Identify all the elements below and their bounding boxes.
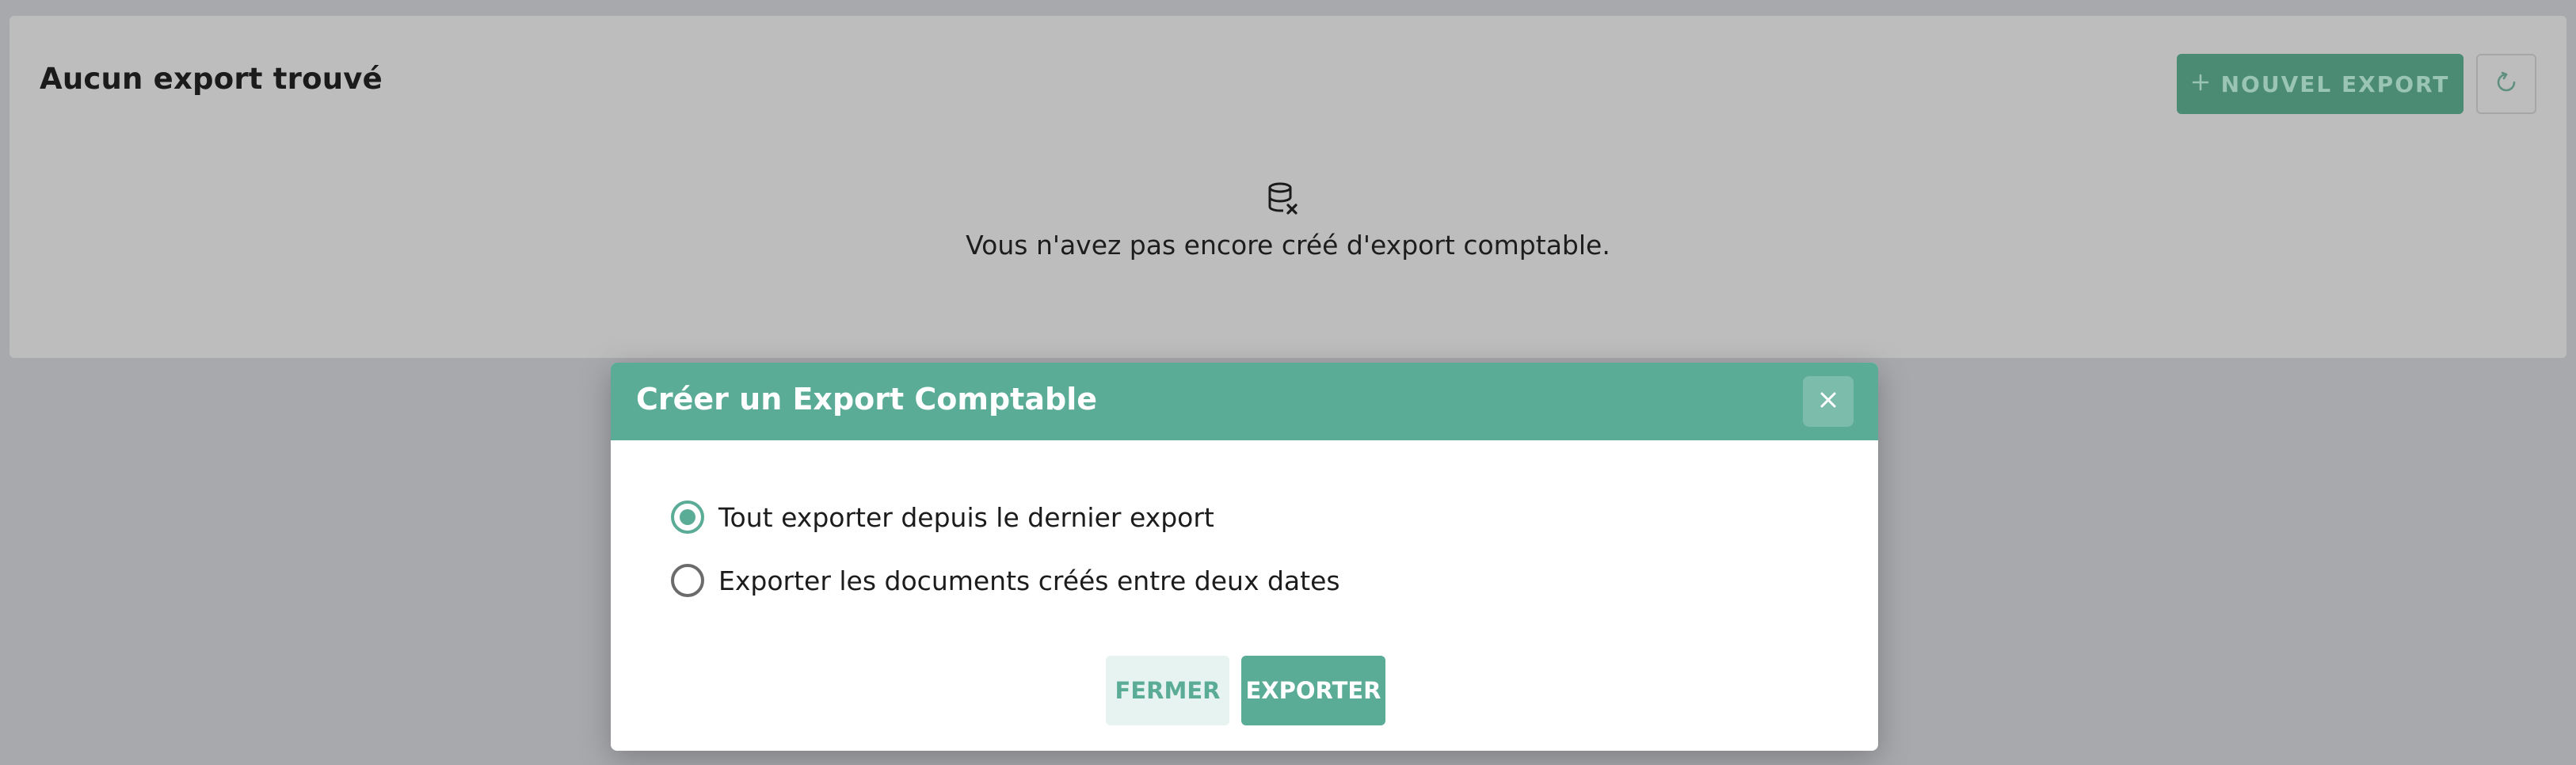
empty-state-message: Vous n'avez pas encore créé d'export com…: [966, 230, 1610, 261]
option-since-last-export[interactable]: Tout exporter depuis le dernier export: [671, 500, 1214, 534]
page: Aucun export trouvé NOUVEL EXPORT Vous n…: [0, 0, 2576, 765]
option-between-dates[interactable]: Exporter les documents créés entre deux …: [671, 564, 1340, 597]
refresh-button[interactable]: [2476, 54, 2536, 114]
modal-title: Créer un Export Comptable: [636, 382, 1097, 417]
modal-header: Créer un Export Comptable: [611, 363, 1878, 440]
page-title: Aucun export trouvé: [40, 62, 383, 96]
option-between-dates-label: Exporter les documents créés entre deux …: [718, 565, 1340, 596]
create-export-modal: Créer un Export Comptable Tout exporter …: [611, 363, 1878, 751]
radio-since-last-export[interactable]: [671, 500, 704, 534]
option-since-last-export-label: Tout exporter depuis le dernier export: [718, 501, 1214, 533]
radio-between-dates[interactable]: [671, 564, 704, 597]
refresh-icon: [2494, 70, 2519, 98]
close-button[interactable]: FERMER: [1106, 656, 1229, 725]
new-export-label: NOUVEL EXPORT: [2220, 70, 2450, 97]
database-x-icon: [1266, 181, 1301, 217]
plus-icon: [2191, 71, 2210, 97]
close-icon: [1817, 389, 1839, 414]
new-export-button[interactable]: NOUVEL EXPORT: [2177, 54, 2464, 114]
modal-close-button[interactable]: [1803, 376, 1854, 427]
export-button[interactable]: EXPORTER: [1241, 656, 1385, 725]
